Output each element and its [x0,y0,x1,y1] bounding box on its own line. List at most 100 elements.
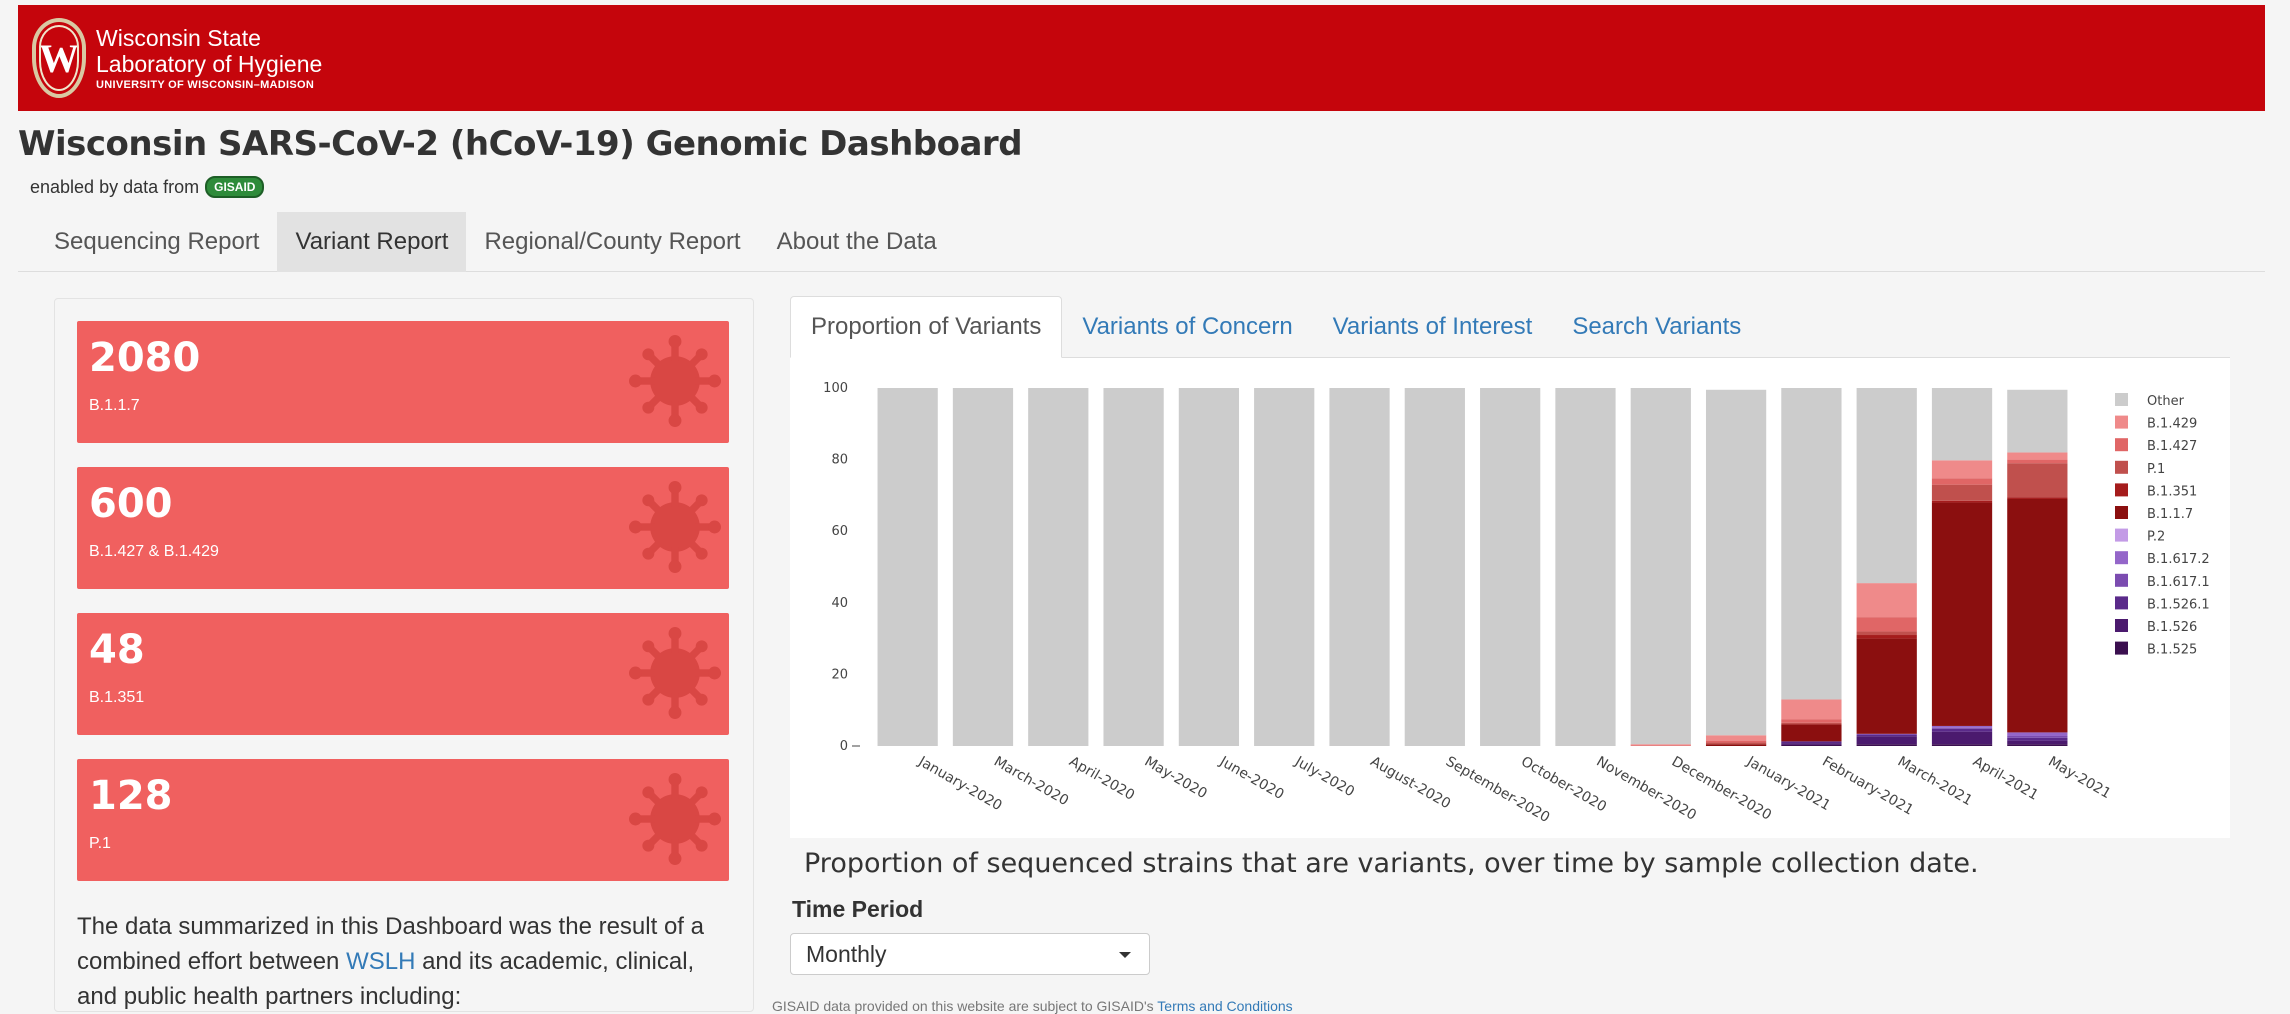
variant-chart-tabs: Proportion of Variants Variants of Conce… [790,296,2230,358]
bar-segment [1178,388,1240,746]
variant-label: P.1 [89,835,111,852]
legend-swatch [2115,393,2128,406]
bar-segment [1931,500,1993,503]
gisaid-logo[interactable]: GISAID [205,176,265,198]
bar-segment [1781,388,1842,700]
legend-swatch [2115,596,2128,610]
bar-segment [1705,744,1767,746]
logo-line-1: Wisconsin State [96,25,261,51]
bar-segment [2007,463,2068,498]
tab-proportion-of-variants[interactable]: Proportion of Variants [790,296,1063,358]
bar-segment [1103,388,1164,746]
legend-label: B.1.1.7 [2147,507,2193,522]
bar-segment [2007,737,2068,741]
bar-segment [1931,728,1993,732]
tab-variants-of-concern[interactable]: Variants of Concern [1062,296,1312,358]
bar-segment [1931,731,1993,745]
tab-regional-county-report[interactable]: Regional/County Report [466,212,758,272]
variant-box-p1: 128 P.1 [77,759,729,881]
bar-segment [1856,733,1917,735]
x-tick-label: April-2021 [1970,754,2041,804]
bar-segment [1781,699,1842,720]
variant-box-b1351: 48 B.1.351 [77,613,729,735]
bar-segment [1705,389,1767,736]
bar-segment [1555,388,1616,746]
bar-segment [1781,722,1842,725]
x-tick-label: May-2020 [1142,754,1210,803]
virus-icon [629,335,721,427]
legend-label: P.1 [2147,462,2165,477]
bar-segment [1856,635,1917,639]
variant-proportion-chart[interactable]: 020406080100January-2020March-2020April-… [790,358,2230,838]
bar-segment [2007,735,2068,738]
bar-segment [2007,452,2068,460]
y-tick-label: 20 [831,667,848,682]
tab-variants-of-interest[interactable]: Variants of Interest [1313,296,1553,358]
tab-search-variants[interactable]: Search Variants [1552,296,1761,358]
legend-label: B.1.525 [2147,643,2197,658]
enabled-by-text: enabled by data from [30,176,200,197]
report-nav-tabs: Sequencing Report Variant Report Regiona… [18,212,2265,272]
caret-down-icon [1119,952,1131,958]
time-period-select[interactable]: Monthly [790,933,1150,975]
bar-segment [2007,389,2068,453]
bar-segment [1856,388,1917,584]
variant-box-b117: 2080 B.1.1.7 [77,321,729,443]
x-tick-label: April-2020 [1066,754,1137,804]
legend-swatch [2115,415,2128,429]
bar-segment [1781,741,1842,744]
virus-icon [629,627,721,719]
virus-icon [629,481,721,573]
bar-segment [1931,725,1993,728]
legend-swatch [2115,573,2128,587]
legend-swatch [2115,438,2128,452]
chart-caption: Proportion of sequenced strains that are… [804,848,1979,879]
bar-segment [1781,744,1842,746]
bar-segment [1781,743,1842,745]
legend-label: B.1.351 [2147,484,2197,499]
time-period-value: Monthly [806,940,887,967]
bar-segment [952,388,1014,746]
legend-label: B.1.429 [2147,417,2197,432]
variant-box-b1427-b1429: 600 B.1.427 & B.1.429 [77,467,729,589]
bar-segment [1931,727,1993,729]
bar-segment [1254,388,1315,746]
page-title: Wisconsin SARS-CoV-2 (hCoV-19) Genomic D… [18,124,1023,164]
bar-segment [1630,745,1691,746]
bar-segment [1856,734,1917,737]
variant-label: B.1.1.7 [89,397,140,414]
tab-variant-report[interactable]: Variant Report [277,212,467,272]
legend-swatch [2115,483,2128,497]
legend-label: B.1.526.1 [2147,597,2210,612]
bar-segment [2007,744,2068,746]
wslh-link[interactable]: WSLH [346,948,415,975]
variant-count: 128 [89,773,173,819]
x-tick-label: June-2020 [1216,753,1287,803]
logo-line-2: Laboratory of Hygiene [96,51,323,77]
bar-segment [1856,744,1917,746]
tab-about-the-data[interactable]: About the Data [759,212,955,272]
legend-label: B.1.427 [2147,439,2197,454]
bar-segment [1705,735,1767,741]
variant-summary-sidebar: 2080 B.1.1.7 600 B.1.427 & B.1.429 48 B.… [54,298,754,1012]
time-period-label: Time Period [792,896,924,922]
bar-segment [1931,388,1993,461]
bar-segment [1931,460,1993,479]
legend-swatch [2115,460,2128,474]
bar-segment [1781,724,1842,742]
x-tick-label: January-2020 [915,753,1005,814]
tab-sequencing-report[interactable]: Sequencing Report [36,212,277,272]
bar-segment [1856,583,1917,618]
bar-segment [1931,478,1993,485]
variant-count: 48 [89,627,145,673]
bar-segment [2007,732,2068,736]
legend-label: B.1.617.2 [2147,552,2210,567]
logo-text[interactable]: Wisconsin State Laboratory of Hygiene UN… [96,25,322,91]
bar-segment [2007,497,2068,499]
bar-segment [1705,740,1767,743]
bar-segment [1931,502,1993,726]
chart-panel: 0 20 40 60 80 100 January-2020 March-2020 April-… [790,358,2230,838]
bar-segment [1630,388,1691,745]
variant-label: B.1.427 & B.1.429 [89,543,219,560]
wslh-crest-logo[interactable]: W [32,18,86,98]
